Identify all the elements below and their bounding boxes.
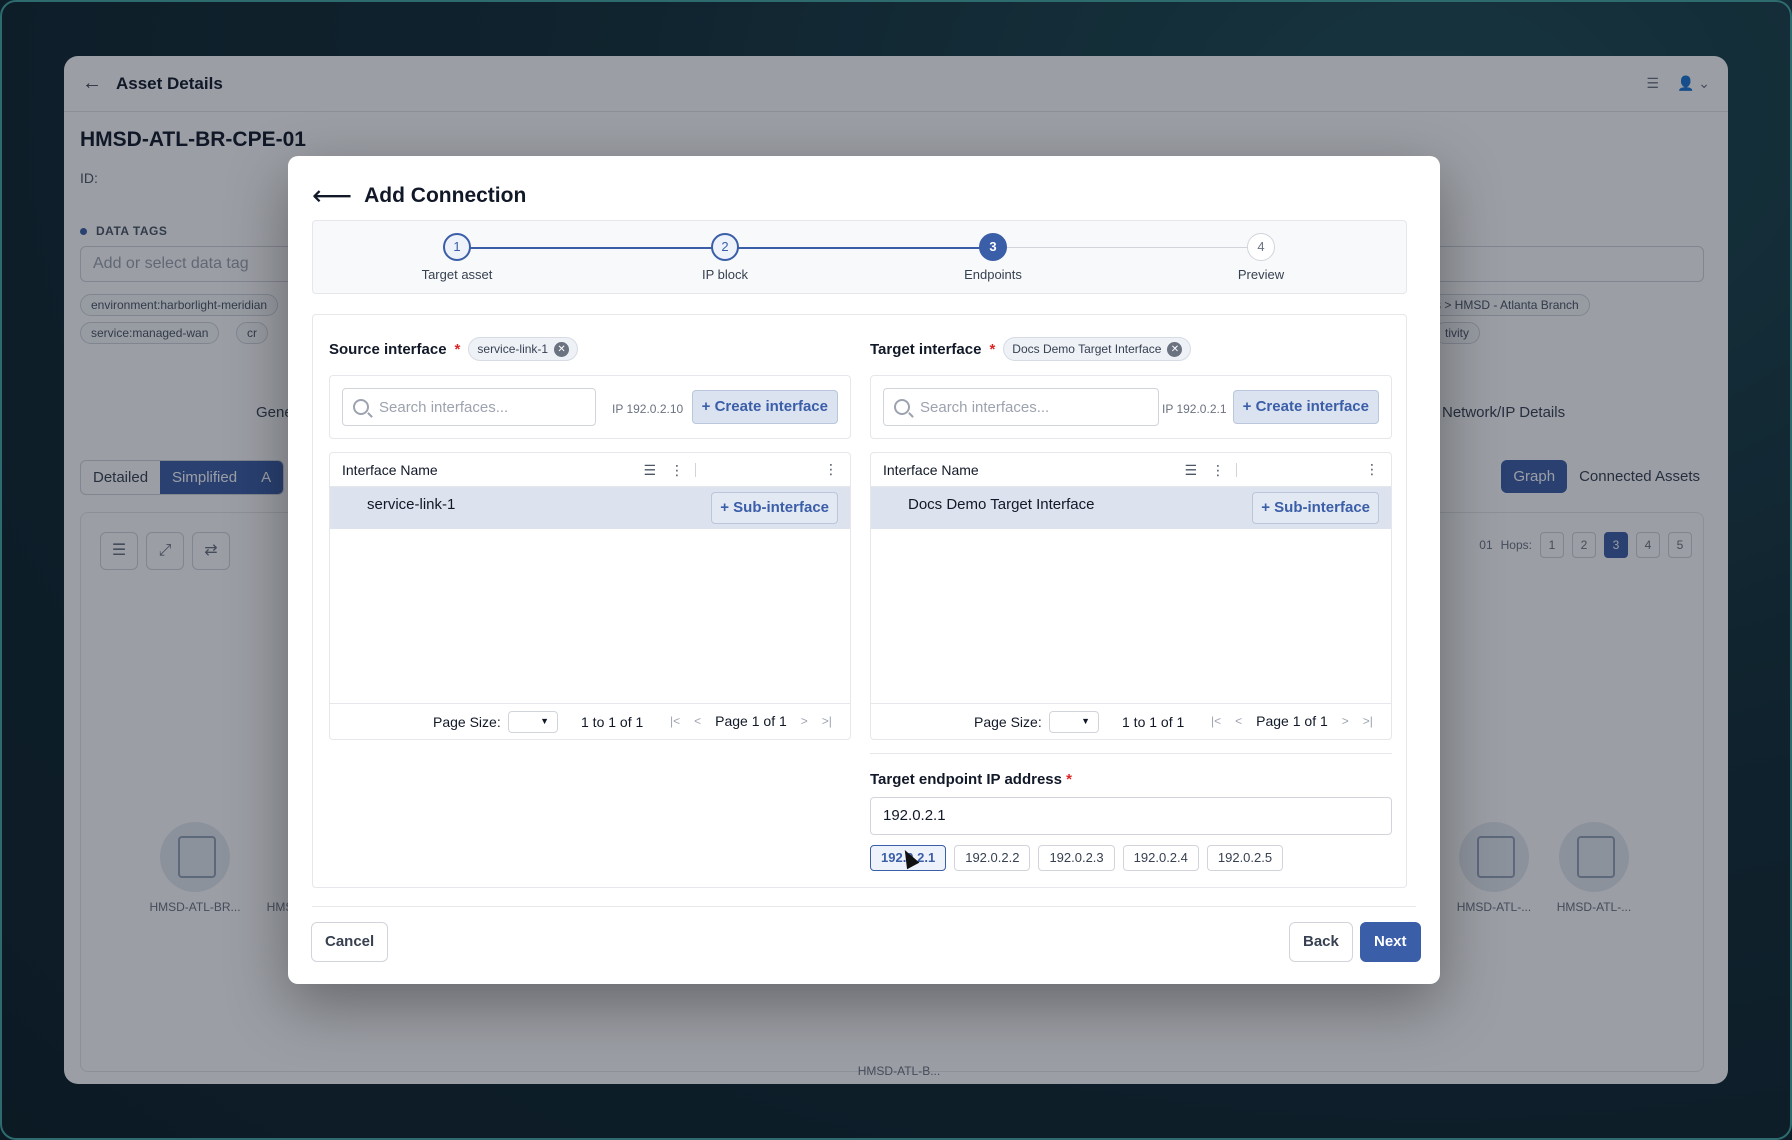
back-arrow-icon[interactable]: ⟵ xyxy=(312,182,352,210)
prev-page-icon[interactable]: < xyxy=(1235,714,1242,728)
add-sub-interface-button[interactable]: + Sub-interface xyxy=(1252,492,1379,524)
next-page-icon[interactable]: > xyxy=(1342,714,1349,728)
target-ip-hint: IP 192.0.2.1 xyxy=(1162,402,1227,416)
step-ip-block[interactable]: 2 IP block xyxy=(655,233,795,282)
selected-source-chip: service-link-1 ✕ xyxy=(468,337,579,361)
wizard-stepper: 1 Target asset 2 IP block 3 Endpoints 4 … xyxy=(312,220,1407,294)
search-icon xyxy=(353,399,369,415)
source-search-input[interactable]: Search interfaces... xyxy=(342,388,596,426)
ip-option[interactable]: 192.0.2.4 xyxy=(1122,845,1199,871)
target-search-input[interactable]: Search interfaces... xyxy=(883,388,1159,426)
source-interface-label: Source interface xyxy=(329,340,447,358)
step-endpoints[interactable]: 3 Endpoints xyxy=(923,233,1063,282)
source-interface-grid: Interface Name ☰ ⋮ ⋮ service-link-1 + Sub… xyxy=(329,452,851,740)
source-ip-hint: IP 192.0.2.10 xyxy=(612,402,684,416)
step-connector xyxy=(459,247,713,249)
selected-target-chip: Docs Demo Target Interface ✕ xyxy=(1003,337,1192,361)
prev-page-icon[interactable]: < xyxy=(694,714,701,728)
filter-icon[interactable]: ☰ xyxy=(1184,462,1197,479)
more-options-icon[interactable]: ⋮ xyxy=(1365,461,1379,478)
column-separator[interactable] xyxy=(695,463,696,477)
grid-header: Interface Name ☰ ⋮ ⋮ xyxy=(330,453,850,487)
interface-name-cell: Docs Demo Target Interface xyxy=(908,496,1095,513)
ip-suggestions: 192.0.2.1 192.0.2.2 192.0.2.3 192.0.2.4 … xyxy=(870,845,1284,871)
grid-pagination: Page Size: 1 to 1 of 1 |< < Page 1 of 1 … xyxy=(330,703,850,739)
column-separator[interactable] xyxy=(1236,463,1237,477)
target-ip-input[interactable]: 192.0.2.1 xyxy=(870,797,1392,835)
section-divider xyxy=(870,753,1392,754)
step-connector xyxy=(729,247,983,249)
search-icon xyxy=(894,399,910,415)
required-marker: * xyxy=(454,340,461,358)
page-size-label: Page Size: xyxy=(974,714,1042,730)
cancel-button[interactable]: Cancel xyxy=(311,922,389,962)
table-row[interactable]: Docs Demo Target Interface + Sub-interfa… xyxy=(871,487,1391,529)
required-marker: * xyxy=(989,340,996,358)
table-row[interactable]: service-link-1 + Sub-interface xyxy=(330,487,850,529)
required-marker: * xyxy=(1066,771,1072,788)
first-page-icon[interactable]: |< xyxy=(670,714,680,728)
grid-header: Interface Name ☰ ⋮ ⋮ xyxy=(871,453,1391,487)
target-interface-label: Target interface xyxy=(870,340,982,358)
interface-name-cell: service-link-1 xyxy=(367,496,456,513)
target-ip-label: Target endpoint IP address xyxy=(870,771,1062,788)
ip-option[interactable]: 192.0.2.3 xyxy=(1038,845,1115,871)
grid-pagination: Page Size: 1 to 1 of 1 |< < Page 1 of 1 … xyxy=(871,703,1391,739)
row-count: 1 to 1 of 1 xyxy=(1122,714,1185,730)
interface-name-column[interactable]: Interface Name xyxy=(342,462,438,478)
target-search-box: Search interfaces... IP 192.0.2.1 + Crea… xyxy=(870,375,1392,439)
page-size-select[interactable] xyxy=(508,711,558,733)
step-connector xyxy=(999,247,1261,248)
back-button[interactable]: Back xyxy=(1289,922,1353,962)
clear-icon[interactable]: ✕ xyxy=(1167,341,1183,357)
target-interface-grid: Interface Name ☰ ⋮ ⋮ Docs Demo Target Int… xyxy=(870,452,1392,740)
step-target-asset[interactable]: 1 Target asset xyxy=(387,233,527,282)
ip-option[interactable]: 192.0.2.2 xyxy=(954,845,1031,871)
page-size-select[interactable] xyxy=(1049,711,1099,733)
filter-icon[interactable]: ☰ xyxy=(643,462,656,479)
footer-divider xyxy=(312,906,1416,907)
page-indicator: Page 1 of 1 xyxy=(715,713,787,729)
column-menu-icon[interactable]: ⋮ xyxy=(1211,462,1225,479)
next-page-icon[interactable]: > xyxy=(801,714,808,728)
next-button[interactable]: Next xyxy=(1360,922,1421,962)
more-options-icon[interactable]: ⋮ xyxy=(824,461,838,478)
dialog-title: Add Connection xyxy=(364,184,527,207)
create-interface-button[interactable]: + Create interface xyxy=(691,390,838,424)
add-connection-dialog: ⟵ Add Connection 1 Target asset 2 IP blo… xyxy=(288,156,1440,984)
last-page-icon[interactable]: >| xyxy=(822,714,832,728)
last-page-icon[interactable]: >| xyxy=(1363,714,1373,728)
interface-name-column[interactable]: Interface Name xyxy=(883,462,979,478)
column-menu-icon[interactable]: ⋮ xyxy=(670,462,684,479)
source-search-box: Search interfaces... IP 192.0.2.10 + Cre… xyxy=(329,375,851,439)
step-preview[interactable]: 4 Preview xyxy=(1191,233,1331,282)
page-indicator: Page 1 of 1 xyxy=(1256,713,1328,729)
row-count: 1 to 1 of 1 xyxy=(581,714,644,730)
add-sub-interface-button[interactable]: + Sub-interface xyxy=(711,492,838,524)
page-size-label: Page Size: xyxy=(433,714,501,730)
create-interface-button[interactable]: + Create interface xyxy=(1232,390,1379,424)
first-page-icon[interactable]: |< xyxy=(1211,714,1221,728)
endpoints-panel: Source interface * service-link-1 ✕ Search… xyxy=(312,314,1407,888)
clear-icon[interactable]: ✕ xyxy=(554,341,570,357)
dialog-header: ⟵ Add Connection xyxy=(312,182,526,210)
ip-option[interactable]: 192.0.2.5 xyxy=(1206,845,1284,871)
